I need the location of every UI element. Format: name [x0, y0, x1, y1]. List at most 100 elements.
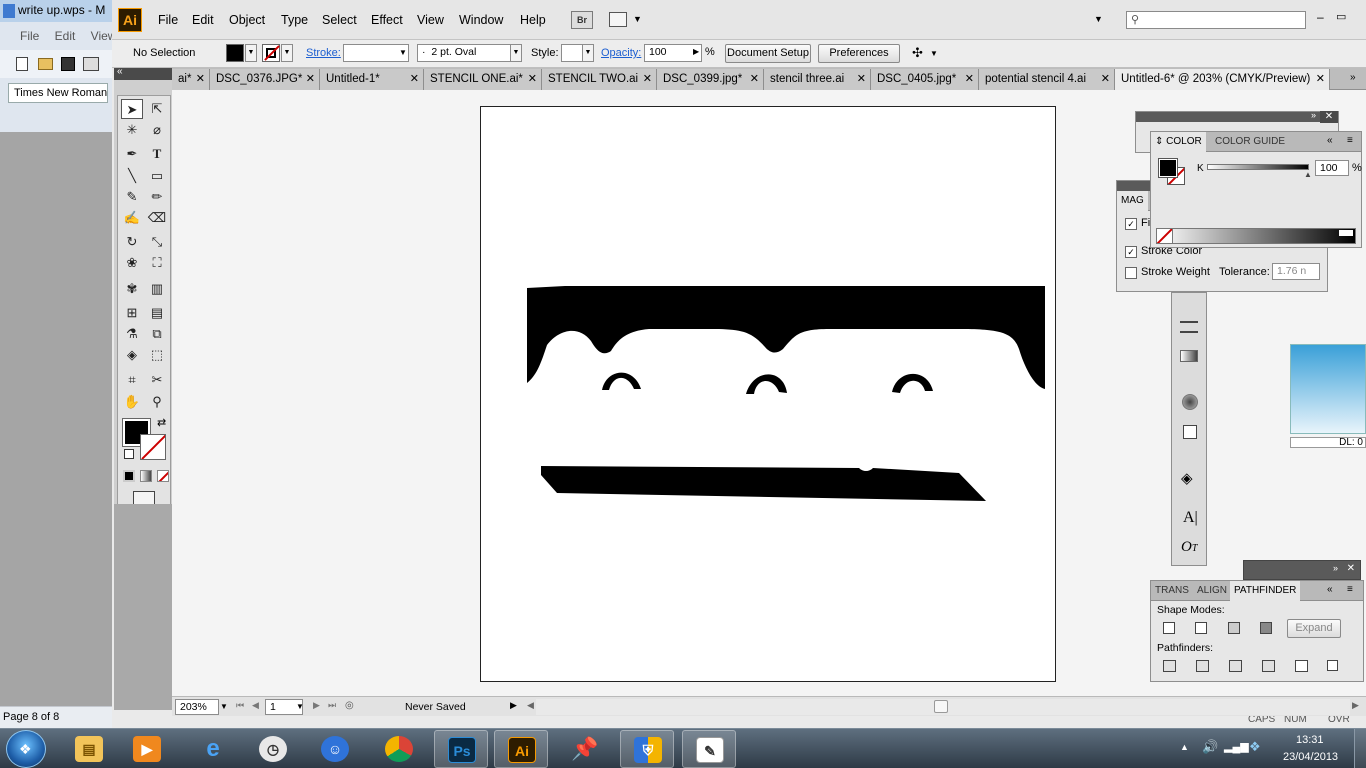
gradient-mode-icon[interactable]	[140, 470, 152, 482]
expand-button[interactable]: Expand	[1287, 619, 1341, 638]
menu-view[interactable]: View	[417, 13, 444, 27]
opentype-panel-icon[interactable]: OT	[1181, 539, 1197, 556]
screen-mode-icon[interactable]	[133, 491, 155, 505]
dropbox-icon[interactable]: ❖	[1249, 739, 1261, 755]
menu-type[interactable]: Type	[281, 13, 308, 27]
scale-tool-icon[interactable]: ⤡	[146, 232, 168, 252]
exclude-icon[interactable]	[1260, 622, 1272, 634]
taskbar-ie[interactable]: e	[186, 730, 240, 768]
free-transform-tool-icon[interactable]: ⛶	[146, 253, 168, 273]
network-icon[interactable]: ▂▄▆	[1224, 740, 1249, 753]
tab-doc-1[interactable]: ai* ✕	[172, 69, 210, 90]
color-fill-swatch[interactable]	[1158, 158, 1178, 178]
column-graph-tool-icon[interactable]: ▥	[146, 279, 168, 299]
previous-page-icon[interactable]: ◀	[252, 700, 259, 711]
fill-dropdown[interactable]: ▼	[245, 44, 257, 62]
brush-dropdown[interactable]: ▼	[510, 44, 522, 62]
close-icon[interactable]: ✕	[965, 69, 974, 89]
blob-brush-tool-icon[interactable]: ✍	[121, 208, 143, 228]
close-icon[interactable]: ✕	[1316, 69, 1325, 89]
line-tool-icon[interactable]: ╲	[121, 166, 143, 186]
tab-align[interactable]: ALIGN	[1193, 581, 1231, 601]
eyedropper-tool-icon[interactable]: ⚗	[121, 324, 143, 344]
graphic-styles-icon[interactable]	[1183, 425, 1197, 439]
white-swatch[interactable]	[1339, 230, 1353, 236]
first-page-icon[interactable]: ⏮	[236, 700, 244, 711]
default-fill-stroke-icon[interactable]	[124, 449, 134, 459]
close-panel-icon[interactable]: ✕	[1347, 563, 1355, 574]
zoom-field[interactable]: 203%	[175, 699, 219, 715]
tab-magic-wand[interactable]: MAG	[1117, 191, 1148, 211]
color-mode-icon[interactable]	[123, 470, 135, 482]
close-icon[interactable]: ✕	[857, 69, 866, 89]
magic-wand-tool-icon[interactable]: ✳	[121, 120, 143, 140]
menu-edit[interactable]: Edit	[192, 13, 214, 27]
rectangle-tool-icon[interactable]: ▭	[146, 166, 168, 186]
control-menu-icon[interactable]: ▼	[930, 49, 938, 58]
tab-doc-2[interactable]: DSC_0376.JPG* ✕	[210, 69, 320, 90]
artboard[interactable]	[480, 106, 1056, 682]
stroke-swatch[interactable]	[262, 44, 280, 62]
search-input[interactable]: ⚲	[1126, 11, 1306, 29]
document-setup-button[interactable]: Document Setup	[725, 44, 811, 63]
workspace-dropdown-icon[interactable]: ▼	[1094, 14, 1103, 24]
status-cycle-icon[interactable]: ◎	[345, 700, 354, 711]
stroke-dropdown[interactable]: ▼	[281, 44, 293, 62]
pencil-tool-icon[interactable]: ✏	[146, 187, 168, 207]
menu-object[interactable]: Object	[229, 13, 265, 27]
stencil-artwork[interactable]	[481, 107, 1055, 681]
hand-tool-icon[interactable]: ✋	[121, 392, 143, 412]
paintbrush-tool-icon[interactable]: ✎	[121, 187, 143, 207]
taskbar-clock[interactable]: ◷	[246, 730, 300, 768]
collapse-icon[interactable]: «	[117, 66, 123, 77]
panel-menu-icon[interactable]: ≡	[1347, 135, 1353, 146]
tab-doc-6[interactable]: DSC_0399.jpg* ✕	[657, 69, 764, 90]
mesh-tool-icon[interactable]: ⊞	[121, 303, 143, 323]
taskbar-media[interactable]: ▶	[120, 730, 174, 768]
menu-select[interactable]: Select	[322, 13, 357, 27]
style-dropdown[interactable]: ▼	[582, 44, 594, 62]
panel-header[interactable]: »	[1136, 110, 1338, 122]
stroke-color-swatch[interactable]	[140, 434, 166, 460]
tabs-overflow-icon[interactable]: »	[1350, 72, 1356, 83]
clock-time[interactable]: 13:31	[1296, 734, 1324, 746]
arrange-documents-icon[interactable]	[609, 12, 627, 27]
tab-doc-4[interactable]: STENCIL ONE.ai* ✕	[424, 69, 542, 90]
k-slider[interactable]: ▲	[1207, 164, 1312, 179]
merge-icon[interactable]	[1229, 660, 1242, 672]
tab-doc-5[interactable]: STENCIL TWO.ai ✕	[542, 69, 657, 90]
restore-icon[interactable]: ▭	[1336, 10, 1346, 23]
scroll-left-icon[interactable]: ◀	[527, 700, 534, 711]
none-mode-icon[interactable]	[157, 470, 169, 482]
color-spectrum-ramp[interactable]	[1156, 228, 1356, 244]
status-menu-arrow-icon[interactable]: ▶	[510, 700, 517, 711]
taskbar-pin[interactable]: 📌	[558, 730, 612, 768]
taskbar-chrome[interactable]	[372, 730, 426, 768]
blend-tool-icon[interactable]: ⧉	[146, 324, 168, 344]
stroke-panel-icon[interactable]	[1180, 321, 1198, 333]
tools-panel-header[interactable]: «	[114, 66, 172, 80]
slice-tool-icon[interactable]: ✂	[146, 370, 168, 390]
horizontal-scrollbar[interactable]	[536, 699, 1350, 715]
artboard-tool-icon[interactable]: ⌗	[121, 370, 143, 390]
style-swatch[interactable]	[561, 44, 583, 62]
divide-icon[interactable]	[1163, 660, 1176, 672]
font-name-field[interactable]: Times New Roman	[8, 83, 108, 103]
lasso-tool-icon[interactable]: ⌀	[146, 120, 168, 140]
preferences-button[interactable]: Preferences	[818, 44, 900, 63]
scrollbar-thumb[interactable]	[934, 700, 948, 713]
collapse-icon[interactable]: »	[1311, 110, 1316, 120]
taskbar-messenger[interactable]: ☺	[308, 730, 362, 768]
close-icon[interactable]: ✕	[1101, 69, 1110, 89]
unite-icon[interactable]	[1163, 622, 1175, 634]
type-tool-icon[interactable]: T	[146, 144, 168, 164]
zoom-dropdown-icon[interactable]: ▼	[220, 702, 228, 711]
page-dropdown-icon[interactable]: ▼	[296, 702, 304, 711]
close-icon[interactable]: ✕	[196, 69, 205, 89]
tab-transform[interactable]: TRANS	[1151, 581, 1193, 601]
crop-icon[interactable]	[1262, 660, 1275, 672]
swap-fill-stroke-icon[interactable]: ⇄	[157, 416, 166, 429]
opacity-arrow-icon[interactable]: ▶	[693, 47, 699, 56]
last-page-icon[interactable]: ⏭	[328, 700, 336, 711]
start-button[interactable]: ❖	[6, 730, 46, 768]
